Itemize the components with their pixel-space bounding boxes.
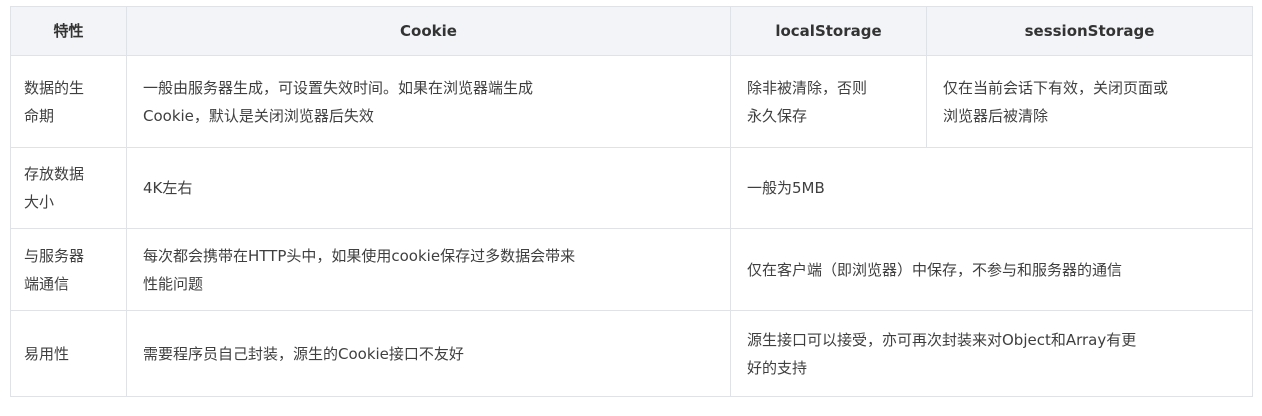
web-storage-cell: 一般为5MB xyxy=(730,147,1253,229)
localstorage-cell: 除非被清除，否则 永久保存 xyxy=(730,55,927,148)
cell-text-line: 需要程序员自己封装，源生的Cookie接口不友好 xyxy=(143,344,464,363)
feature-cell: 与服务器 端通信 xyxy=(10,228,127,311)
cell-text-line: 仅在客户端（即浏览器）中保存，不参与和服务器的通信 xyxy=(747,260,1123,279)
cell-text-line: 永久保存 xyxy=(747,106,808,125)
cell-text-line: 仅在当前会话下有效，关闭页面或 xyxy=(943,78,1169,97)
cell-text-line: 易用性 xyxy=(24,344,70,363)
cookie-cell: 每次都会携带在HTTP头中，如果使用cookie保存过多数据会带来 性能问题 xyxy=(126,228,731,311)
header-feature: 特性 xyxy=(10,6,127,56)
cookie-cell: 4K左右 xyxy=(126,147,731,229)
feature-cell: 易用性 xyxy=(10,310,127,397)
cell-text-line: 好的支持 xyxy=(747,358,808,377)
header-sessionstorage: sessionStorage xyxy=(926,6,1253,56)
cell-text-line: 端通信 xyxy=(24,274,70,293)
cookie-cell: 需要程序员自己封装，源生的Cookie接口不友好 xyxy=(126,310,731,397)
cookie-cell: 一般由服务器生成，可设置失效时间。如果在浏览器端生成 Cookie，默认是关闭浏… xyxy=(126,55,731,148)
cell-text-line: 存放数据 xyxy=(24,165,85,183)
header-cookie: Cookie xyxy=(126,6,731,56)
cell-text-line: Cookie，默认是关闭浏览器后失效 xyxy=(143,106,374,125)
comparison-table-container: 特性 Cookie localStorage sessionStorage 数据… xyxy=(10,6,1253,397)
feature-cell: 数据的生 命期 xyxy=(10,55,127,148)
cell-text-line: 除非被清除，否则 xyxy=(747,78,868,97)
cell-text-line: 一般由服务器生成，可设置失效时间。如果在浏览器端生成 xyxy=(143,78,534,97)
cell-text-line: 源生接口可以接受，亦可再次封装来对Object和Array有更 xyxy=(747,330,1137,349)
cell-text-line: 性能问题 xyxy=(143,274,204,293)
cell-text-line: 每次都会携带在HTTP头中，如果使用cookie保存过多数据会带来 xyxy=(143,246,576,265)
header-localstorage: localStorage xyxy=(730,6,927,56)
table-row-server-communication: 与服务器 端通信 每次都会携带在HTTP头中，如果使用cookie保存过多数据会… xyxy=(10,228,1253,311)
sessionstorage-cell: 仅在当前会话下有效，关闭页面或 浏览器后被清除 xyxy=(926,55,1253,148)
table-row-size: 存放数据 大小 4K左右 一般为5MB xyxy=(10,147,1253,229)
cell-text-line: 大小 xyxy=(24,193,55,211)
cell-text-line: 命期 xyxy=(24,106,55,125)
web-storage-cell: 源生接口可以接受，亦可再次封装来对Object和Array有更 好的支持 xyxy=(730,310,1253,397)
cell-text-line: 4K左右 xyxy=(143,179,193,197)
cell-text-line: 浏览器后被清除 xyxy=(943,106,1049,125)
web-storage-cell: 仅在客户端（即浏览器）中保存，不参与和服务器的通信 xyxy=(730,228,1253,311)
table-row-usability: 易用性 需要程序员自己封装，源生的Cookie接口不友好 源生接口可以接受，亦可… xyxy=(10,310,1253,397)
storage-comparison-table: 特性 Cookie localStorage sessionStorage 数据… xyxy=(10,6,1253,397)
cell-text-line: 数据的生 xyxy=(24,78,85,97)
feature-cell: 存放数据 大小 xyxy=(10,147,127,229)
table-header-row: 特性 Cookie localStorage sessionStorage xyxy=(10,6,1253,56)
cell-text-line: 一般为5MB xyxy=(747,179,825,197)
cell-text-line: 与服务器 xyxy=(24,246,85,265)
table-row-lifetime: 数据的生 命期 一般由服务器生成，可设置失效时间。如果在浏览器端生成 Cooki… xyxy=(10,55,1253,148)
